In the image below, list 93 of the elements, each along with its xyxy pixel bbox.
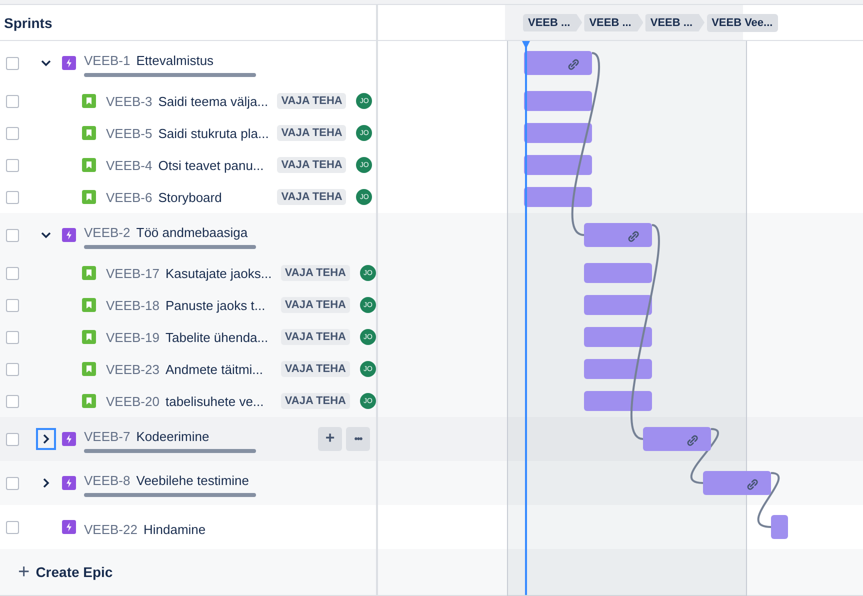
epic-row[interactable]: VEEB-2 Töö andmebaasiga — [0, 213, 863, 257]
sprint-chip[interactable]: VEEB ... — [523, 14, 582, 32]
bookmark-icon — [82, 126, 96, 140]
checkbox[interactable] — [6, 228, 19, 242]
checkbox[interactable] — [6, 94, 19, 108]
bookmark-icon — [82, 362, 96, 376]
status-lozenge[interactable]: VAJA TEHA — [280, 297, 350, 313]
status-lozenge[interactable]: VAJA TEHA — [277, 157, 346, 173]
lightning-icon — [62, 520, 76, 534]
epic-title[interactable]: Kodeerimine — [136, 429, 210, 444]
timeline-bar[interactable] — [584, 391, 652, 411]
epic-title[interactable]: Veebilehe testimine — [136, 473, 249, 488]
issue-title[interactable]: Kasutajate jaoks... — [165, 266, 278, 280]
status-lozenge[interactable]: VAJA TEHA — [277, 93, 346, 109]
issue-key[interactable]: VEEB-4 — [106, 158, 152, 172]
checkbox[interactable] — [6, 362, 19, 376]
issue-title[interactable]: Storyboard — [158, 190, 274, 204]
bookmark-icon — [82, 158, 96, 172]
bookmark-icon — [82, 94, 96, 108]
bookmark-icon — [82, 298, 96, 312]
timeline-bar[interactable] — [524, 187, 592, 207]
bookmark-icon — [82, 266, 96, 280]
timeline-bar[interactable] — [584, 295, 652, 315]
timeline-bar[interactable] — [524, 51, 592, 75]
issue-title[interactable]: Saidi teema välja... — [158, 94, 274, 108]
status-lozenge[interactable]: VAJA TEHA — [280, 265, 350, 281]
timeline-bar[interactable] — [524, 155, 592, 175]
timeline-bar[interactable] — [524, 123, 592, 143]
checkbox[interactable] — [6, 394, 19, 408]
issue-key[interactable]: VEEB-18 — [106, 298, 160, 312]
status-lozenge[interactable]: VAJA TEHA — [280, 361, 350, 377]
column-title: Sprints — [4, 14, 52, 30]
checkbox[interactable] — [6, 158, 19, 172]
status-lozenge[interactable]: VAJA TEHA — [277, 189, 346, 205]
checkbox[interactable] — [6, 432, 19, 446]
lightning-icon — [62, 476, 76, 490]
bookmark-icon — [82, 330, 96, 344]
timeline-bar[interactable] — [584, 223, 652, 247]
bookmark-icon — [82, 394, 96, 408]
checkbox[interactable] — [6, 190, 19, 204]
issue-key[interactable]: VEEB-3 — [106, 94, 152, 108]
timeline-bar[interactable] — [643, 427, 711, 451]
epic-row[interactable]: VEEB-7 Kodeerimine + ••• — [0, 417, 863, 461]
issue-key[interactable]: VEEB-8 — [84, 473, 130, 488]
sprint-chip[interactable]: VEEB Vee... — [706, 14, 778, 32]
checkbox[interactable] — [6, 520, 19, 534]
checkbox[interactable] — [6, 476, 19, 490]
action-button[interactable]: + — [318, 427, 342, 451]
lightning-icon — [62, 56, 76, 70]
issue-key[interactable]: VEEB-22 — [84, 522, 138, 536]
issue-title[interactable]: Tabelite ühenda... — [165, 330, 278, 344]
dependency-line — [690, 428, 719, 484]
status-lozenge[interactable]: VAJA TEHA — [280, 329, 350, 345]
sprint-chip[interactable]: VEEB ... — [645, 14, 705, 32]
status-lozenge[interactable]: VAJA TEHA — [277, 125, 346, 141]
sprint-chip[interactable]: VEEB ... — [584, 14, 644, 32]
timeline-bar[interactable] — [771, 515, 788, 539]
issue-title[interactable]: Andmete täitmi... — [165, 362, 278, 376]
epic-title[interactable]: Ettevalmistus — [136, 53, 214, 68]
checkbox[interactable] — [6, 330, 19, 344]
issue-key[interactable]: VEEB-17 — [106, 266, 160, 280]
timeline-bar[interactable] — [524, 91, 592, 111]
issue-key[interactable]: VEEB-5 — [106, 126, 152, 140]
timeline-bar[interactable] — [584, 359, 652, 379]
lightning-icon — [62, 228, 76, 242]
issue-key[interactable]: VEEB-6 — [106, 190, 152, 204]
create-epic-button[interactable]: + Create Epic — [16, 558, 115, 586]
issue-title[interactable]: Panuste jaoks t... — [165, 298, 278, 312]
checkbox[interactable] — [6, 126, 19, 140]
checkbox[interactable] — [6, 266, 19, 280]
issue-title[interactable]: tabelisuhete ve... — [165, 394, 278, 408]
issue-title[interactable]: Otsi teavet panu... — [158, 158, 274, 172]
status-lozenge[interactable]: VAJA TEHA — [280, 393, 350, 409]
issue-key[interactable]: VEEB-1 — [84, 53, 130, 68]
issue-key[interactable]: VEEB-2 — [84, 225, 130, 240]
epic-row[interactable]: VEEB-1 Ettevalmistus — [0, 41, 863, 85]
checkbox[interactable] — [6, 56, 19, 70]
dependency-line — [758, 472, 780, 528]
issue-key[interactable]: VEEB-7 — [84, 429, 130, 444]
bookmark-icon — [82, 190, 96, 204]
action-button[interactable]: ••• — [346, 427, 370, 451]
checkbox[interactable] — [6, 298, 19, 312]
timeline-bar[interactable] — [584, 263, 652, 283]
timeline-bar[interactable] — [703, 471, 771, 495]
issue-key[interactable]: VEEB-20 — [106, 394, 160, 408]
epic-title[interactable]: Hindamine — [143, 522, 206, 536]
epic-row[interactable]: VEEB-8 Veebilehe testimine — [0, 461, 863, 505]
lightning-icon — [62, 432, 76, 446]
issue-title[interactable]: Saidi stukruta pla... — [158, 126, 274, 140]
issue-key[interactable]: VEEB-23 — [106, 362, 160, 376]
timeline-bar[interactable] — [584, 327, 652, 347]
issue-key[interactable]: VEEB-19 — [106, 330, 160, 344]
epic-title[interactable]: Töö andmebaasiga — [136, 225, 248, 240]
